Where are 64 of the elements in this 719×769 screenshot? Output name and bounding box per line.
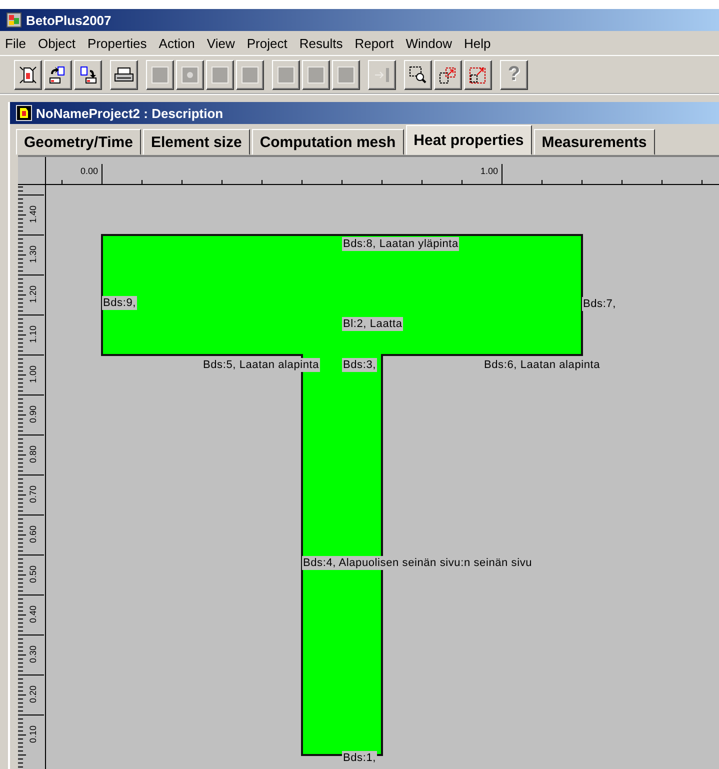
menu-item[interactable]: Object <box>38 36 76 50</box>
menu-item[interactable]: Results <box>299 36 343 50</box>
boundary-label: Bds:7, <box>582 297 617 311</box>
ruler-label: 0.90 <box>28 405 38 423</box>
tab[interactable]: Measurements <box>534 129 655 155</box>
resize-selection-icon <box>468 64 488 84</box>
boundary-label: Bds:8, Laatan yläpinta <box>342 237 460 251</box>
toolbar-button[interactable] <box>464 60 492 90</box>
tab[interactable]: Computation mesh <box>252 129 404 155</box>
save-document-icon <box>78 64 98 84</box>
new-document-icon <box>18 64 38 84</box>
toolbar-button[interactable] <box>110 60 138 90</box>
ruler-label: 1.40 <box>28 205 38 223</box>
menu-item[interactable]: Action <box>158 36 195 50</box>
menu-item[interactable]: Window <box>406 36 452 50</box>
ruler-label: 0.40 <box>28 605 38 623</box>
ruler-label: 0.30 <box>28 645 38 663</box>
toolbar-button[interactable] <box>14 60 42 90</box>
document-icon <box>16 105 32 121</box>
ruler-label: 0.70 <box>28 485 38 503</box>
ruler-label: 1.30 <box>28 245 38 263</box>
menu-item[interactable]: Project <box>246 36 288 50</box>
toolbar-button[interactable] <box>404 60 432 90</box>
ruler-label: 1.20 <box>28 285 38 303</box>
menu-item[interactable]: Properties <box>88 36 147 50</box>
ruler-label: 1.00 <box>479 166 498 176</box>
menu-item[interactable]: Report <box>354 36 394 50</box>
ruler-label: 0.10 <box>28 725 38 743</box>
boundary-label: Bds:1, <box>342 751 377 765</box>
boundary-label: Bl:2, Laatta <box>342 317 404 331</box>
toolbar-button[interactable] <box>74 60 102 90</box>
square-icon <box>276 64 296 84</box>
ruler-label: 0.80 <box>28 445 38 463</box>
boundary-label: Bds:6, Laatan alapinta <box>483 358 602 372</box>
square-icon <box>336 64 356 84</box>
toolbar-button[interactable] <box>434 60 462 90</box>
menu-item[interactable]: File <box>5 36 26 50</box>
square-icon <box>210 64 230 84</box>
ruler-label: 0.50 <box>28 565 38 583</box>
ruler-label: 1.10 <box>28 325 38 343</box>
square-icon <box>306 64 326 84</box>
boundary-label: Bds:9, <box>102 296 137 310</box>
boundary-label: Bds:4, Alapuolisen seinän sivu:n seinän sivu <box>302 556 534 570</box>
menu-item[interactable]: Help <box>464 36 491 50</box>
node-icon <box>180 64 200 84</box>
boundary-label: Bds:3, <box>342 358 377 372</box>
square-icon <box>150 64 170 84</box>
tab[interactable]: Heat properties <box>406 125 532 155</box>
document-title: NoNameProject2 : Description <box>36 106 224 120</box>
tab[interactable]: Geometry/Time <box>16 129 141 155</box>
boundary-label: Bds:5, Laatan alapinta <box>202 358 320 372</box>
menu-item[interactable]: View <box>206 36 235 50</box>
zoom-icon <box>408 64 428 84</box>
ruler-label: 0.20 <box>28 685 38 703</box>
ruler-label: 0.60 <box>28 525 38 543</box>
app-icon <box>6 12 22 28</box>
square-icon <box>240 64 260 84</box>
move-selection-icon <box>438 64 458 84</box>
printer-icon <box>113 64 135 84</box>
toolbar-button[interactable] <box>44 60 72 90</box>
tab[interactable]: Element size <box>142 129 250 155</box>
ruler-label: 1.00 <box>28 365 38 383</box>
ruler-label: 0.00 <box>79 166 98 176</box>
window-title: BetoPlus2007 <box>26 12 112 28</box>
